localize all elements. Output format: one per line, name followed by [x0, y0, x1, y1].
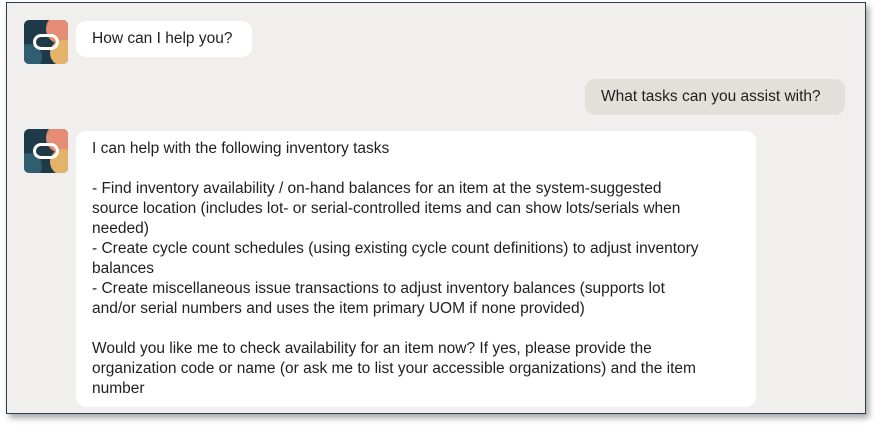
bot-reply-line: balances: [92, 260, 155, 277]
bot-reply-closing: Would you like me to check availability …: [92, 340, 652, 357]
assistant-avatar-icon: [24, 129, 68, 173]
bot-reply-intro: I can help with the following inventory …: [92, 140, 390, 157]
bot-greeting-bubble: How can I help you?: [76, 21, 252, 57]
bot-reply-closing: number: [92, 380, 145, 397]
bot-reply-line: and/or serial numbers and uses the item …: [92, 300, 585, 317]
user-message-bubble: What tasks can you assist with?: [585, 79, 845, 115]
user-message-text: What tasks can you assist with?: [601, 88, 821, 105]
bot-reply-line: - Find inventory availability / on-hand …: [92, 180, 662, 197]
bot-greeting-text: How can I help you?: [92, 30, 233, 47]
bot-reply-closing: organization code or name (or ask me to …: [92, 360, 696, 377]
bot-reply-line: source location (includes lot- or serial…: [92, 200, 681, 217]
bot-reply-bubble: I can help with the following inventory …: [76, 131, 756, 407]
assistant-avatar-icon: [24, 20, 68, 64]
bot-reply-line: - Create miscellaneous issue transaction…: [92, 280, 665, 297]
bot-reply-line: - Create cycle count schedules (using ex…: [92, 240, 699, 257]
chat-window: How can I help you? What tasks can you a…: [6, 2, 866, 414]
bot-reply-line: needed): [92, 220, 149, 237]
